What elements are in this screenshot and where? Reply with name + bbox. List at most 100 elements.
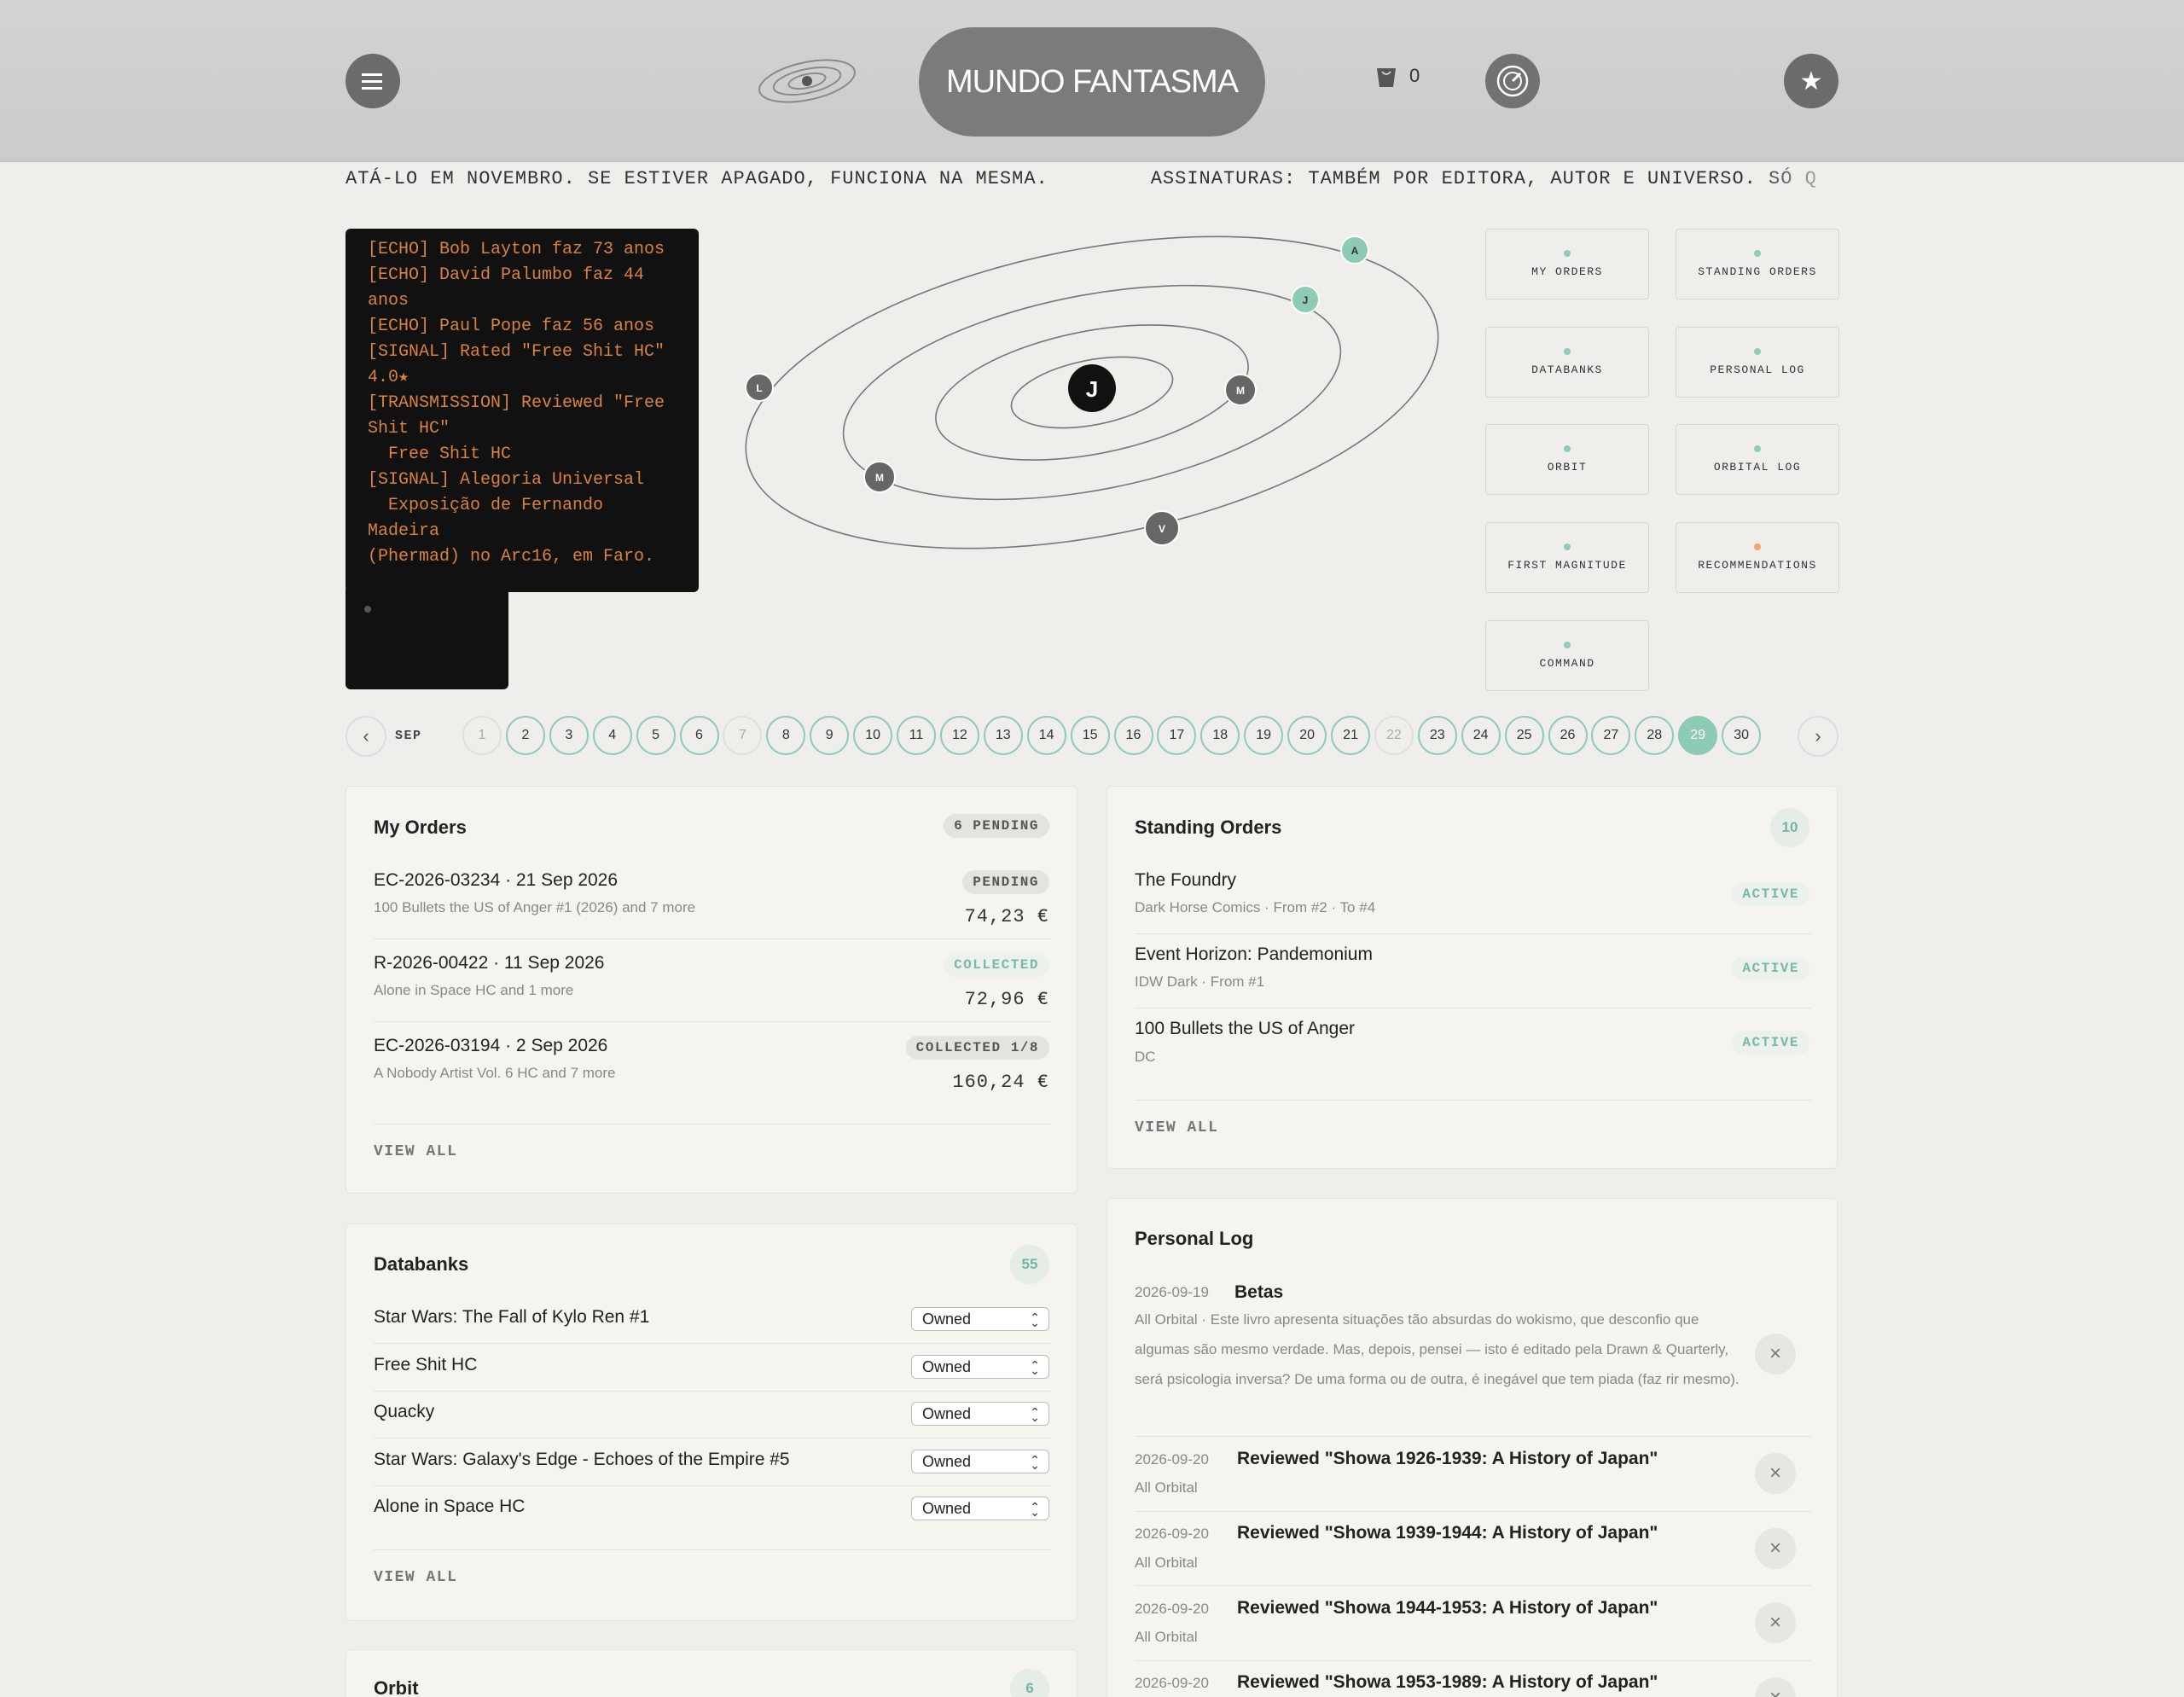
menu-button[interactable] xyxy=(346,54,400,108)
svg-text:M: M xyxy=(875,472,884,484)
delete-entry-button[interactable]: × xyxy=(1755,1334,1796,1374)
cart-button[interactable]: 0 xyxy=(1375,63,1420,89)
orbit-node-center[interactable]: J xyxy=(1068,364,1116,412)
order-title: EC-2026-03234 · 21 Sep 2026 xyxy=(374,870,619,890)
subscription-details: IDW Dark · From #1 xyxy=(1135,973,1265,990)
calendar-day[interactable]: 9 xyxy=(810,716,850,755)
calendar-day[interactable]: 14 xyxy=(1026,716,1066,755)
calendar-day[interactable]: 23 xyxy=(1417,716,1457,755)
calendar-day[interactable]: 26 xyxy=(1548,716,1588,755)
nav-recommendations[interactable]: RECOMMENDATIONS xyxy=(1676,522,1839,593)
card-title: My Orders xyxy=(374,817,467,838)
calendar-month: SEP xyxy=(395,729,422,743)
view-all-orders-link[interactable]: VIEW ALL xyxy=(374,1143,457,1160)
nav-orbit[interactable]: ORBIT xyxy=(1485,424,1649,495)
favorites-button[interactable]: ★ xyxy=(1784,54,1838,108)
calendar-day[interactable]: 7 xyxy=(723,716,763,755)
log-body: All Orbital xyxy=(1135,1629,1198,1645)
nav-command[interactable]: COMMAND xyxy=(1485,620,1649,691)
nav-first-magnitude[interactable]: FIRST MAGNITUDE xyxy=(1485,522,1649,593)
gauge-button[interactable] xyxy=(1485,54,1540,108)
ownership-select[interactable]: Owned xyxy=(911,1449,1049,1476)
calendar-day[interactable]: 5 xyxy=(636,716,676,755)
orbit-node[interactable]: M xyxy=(863,461,896,493)
calendar-day[interactable]: 4 xyxy=(592,716,632,755)
databank-item-title[interactable]: Alone in Space HC xyxy=(374,1496,525,1517)
calendar-day[interactable]: 29 xyxy=(1678,716,1718,755)
nav-my-orders[interactable]: MY ORDERS xyxy=(1485,229,1649,299)
calendar-day[interactable]: 22 xyxy=(1374,716,1414,755)
personal-log-card: Personal Log 2026-09-19 Betas All Orbita… xyxy=(1107,1198,1838,1697)
subscription-details: DC xyxy=(1135,1049,1156,1065)
status-dot xyxy=(1564,348,1571,355)
databank-item-title[interactable]: Free Shit HC xyxy=(374,1355,477,1375)
calendar-day[interactable]: 20 xyxy=(1287,716,1327,755)
databank-item-title[interactable]: Quacky xyxy=(374,1402,434,1422)
orbit-node[interactable]: A xyxy=(1340,235,1369,264)
svg-text:A: A xyxy=(1351,245,1359,257)
orbit-node[interactable]: J xyxy=(1291,285,1320,314)
status-dot xyxy=(1754,445,1761,452)
delete-entry-button[interactable]: × xyxy=(1755,1528,1796,1569)
status-badge: ACTIVE xyxy=(1732,882,1809,906)
terminal-input-area[interactable] xyxy=(346,589,508,689)
calendar-day[interactable]: 21 xyxy=(1331,716,1370,755)
calendar-day[interactable]: 10 xyxy=(853,716,893,755)
calendar-day[interactable]: 27 xyxy=(1591,716,1631,755)
svg-text:J: J xyxy=(1303,294,1309,306)
nav-label: FIRST MAGNITUDE xyxy=(1507,559,1627,572)
ownership-select[interactable]: Owned xyxy=(911,1306,1049,1334)
ownership-select[interactable]: Owned xyxy=(911,1401,1049,1428)
subscription-title: The Foundry xyxy=(1135,870,1237,890)
orbit-node[interactable]: V xyxy=(1144,510,1180,546)
close-icon: × xyxy=(1769,1537,1781,1560)
calendar-day[interactable]: 19 xyxy=(1244,716,1284,755)
planet-logo-icon[interactable] xyxy=(756,55,858,108)
databank-item-title[interactable]: Star Wars: Galaxy's Edge - Echoes of the… xyxy=(374,1450,790,1470)
status-dot xyxy=(1564,642,1571,648)
delete-entry-button[interactable]: × xyxy=(1755,1677,1796,1697)
calendar-day[interactable]: 25 xyxy=(1504,716,1544,755)
calendar-day[interactable]: 12 xyxy=(939,716,979,755)
prev-month-button[interactable]: ‹ xyxy=(346,716,386,757)
orbit-map: J A J L M M V xyxy=(745,235,1439,549)
nav-orbital-log[interactable]: ORBITAL LOG xyxy=(1676,424,1839,495)
calendar-day[interactable]: 28 xyxy=(1635,716,1675,755)
calendar-day[interactable]: 24 xyxy=(1461,716,1501,755)
databank-item-title[interactable]: Star Wars: The Fall of Kylo Ren #1 xyxy=(374,1307,649,1328)
nav-standing-orders[interactable]: STANDING ORDERS xyxy=(1676,229,1839,299)
calendar-day[interactable]: 6 xyxy=(679,716,719,755)
news-ticker: ATÁ-LO EM NOVEMBRO. SE ESTIVER APAGADO, … xyxy=(346,164,1857,195)
calendar-day[interactable]: 2 xyxy=(505,716,545,755)
delete-entry-button[interactable]: × xyxy=(1755,1602,1796,1643)
calendar-day[interactable]: 8 xyxy=(766,716,806,755)
calendar-day[interactable]: 11 xyxy=(897,716,936,755)
chevron-right-icon: › xyxy=(1815,725,1821,747)
nav-personal-log[interactable]: PERSONAL LOG xyxy=(1676,327,1839,398)
calendar-day[interactable]: 1 xyxy=(462,716,502,755)
cursor-dot xyxy=(364,606,371,613)
order-price: 74,23 € xyxy=(964,906,1049,927)
log-title: Reviewed "Showa 1944-1953: A History of … xyxy=(1237,1598,1658,1618)
view-all-standing-link[interactable]: VIEW ALL xyxy=(1135,1119,1218,1136)
status-dot xyxy=(1754,348,1761,355)
brand-logo[interactable]: MUNDO FANTASMA xyxy=(919,27,1265,137)
ownership-select[interactable]: Owned xyxy=(911,1354,1049,1381)
orbit-node[interactable]: L xyxy=(745,373,774,402)
calendar-day[interactable]: 17 xyxy=(1157,716,1197,755)
ownership-select[interactable]: Owned xyxy=(911,1496,1049,1523)
calendar-day[interactable]: 18 xyxy=(1200,716,1240,755)
log-title: Betas xyxy=(1234,1282,1284,1302)
calendar-day[interactable]: 15 xyxy=(1070,716,1110,755)
calendar-day[interactable]: 16 xyxy=(1113,716,1153,755)
calendar-day[interactable]: 30 xyxy=(1722,716,1762,755)
calendar-day[interactable]: 13 xyxy=(983,716,1023,755)
next-month-button[interactable]: › xyxy=(1798,716,1838,757)
svg-text:J: J xyxy=(1086,376,1098,402)
view-all-databanks-link[interactable]: VIEW ALL xyxy=(374,1569,457,1586)
orbit-node[interactable]: M xyxy=(1224,374,1257,406)
nav-databanks[interactable]: DATABANKS xyxy=(1485,327,1649,398)
calendar-day[interactable]: 3 xyxy=(549,716,589,755)
delete-entry-button[interactable]: × xyxy=(1755,1453,1796,1494)
databanks-card: Databanks 55 Star Wars: The Fall of Kylo… xyxy=(346,1223,1077,1621)
